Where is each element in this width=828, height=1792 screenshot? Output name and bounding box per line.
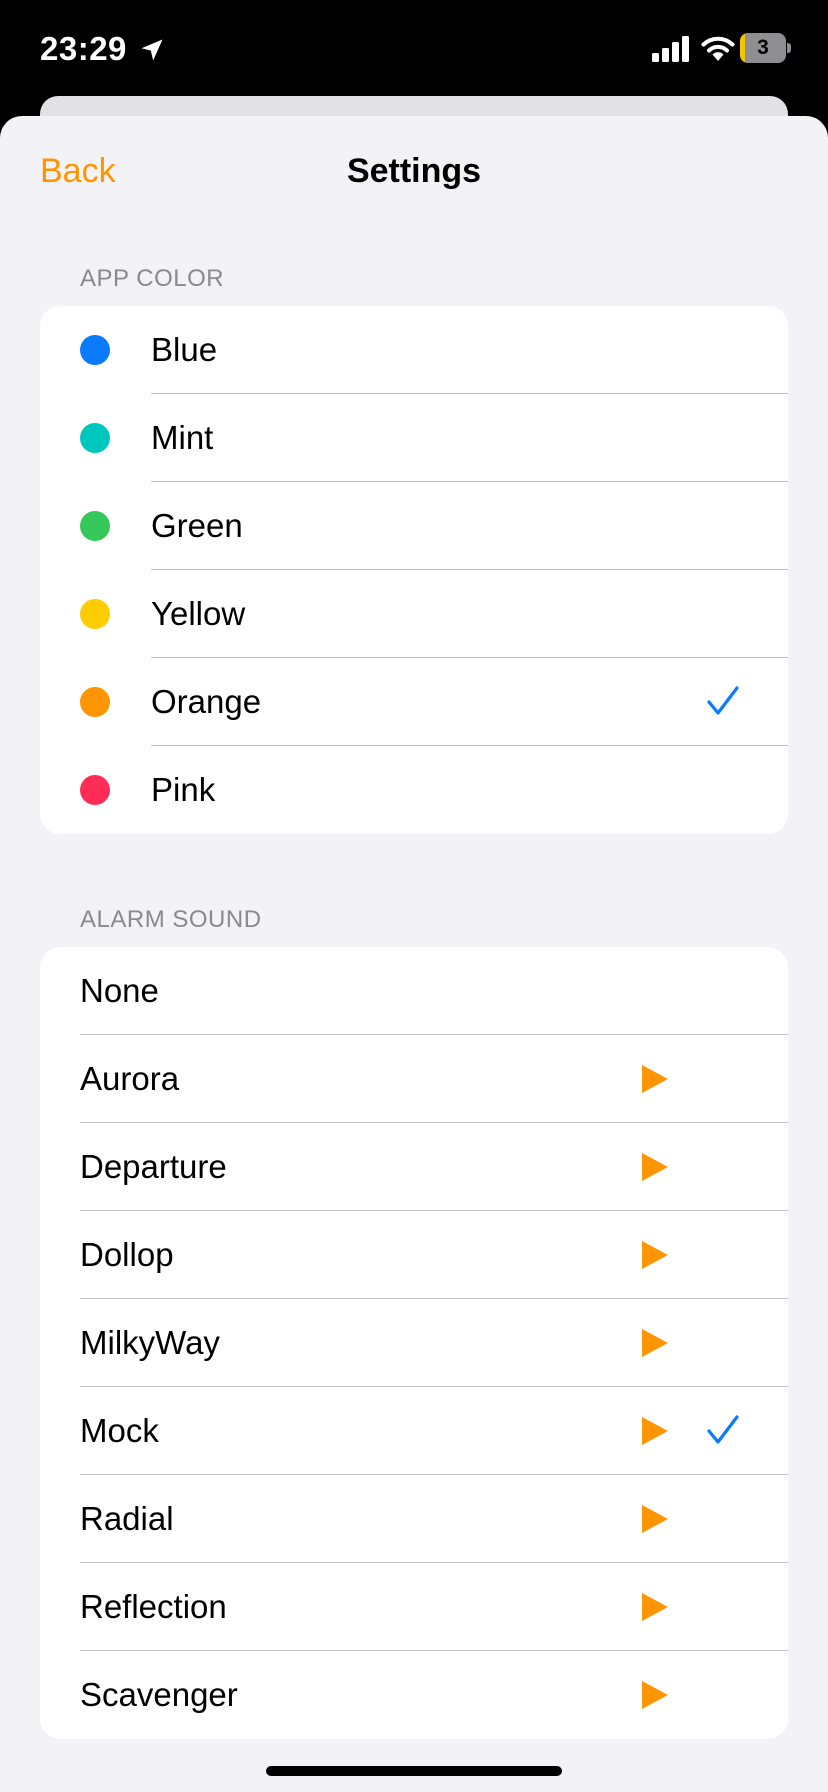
- sound-option-radial[interactable]: Radial: [40, 1475, 788, 1563]
- battery-body: 3: [740, 33, 786, 63]
- color-option-mint[interactable]: Mint: [40, 394, 788, 482]
- battery-icon: 3: [740, 33, 791, 63]
- app-color-header: APP COLOR: [80, 265, 225, 292]
- navigation-bar: Back Settings: [0, 116, 828, 226]
- color-swatch: [80, 423, 110, 453]
- color-swatch: [80, 687, 110, 717]
- play-icon[interactable]: [641, 1064, 669, 1094]
- sound-option-label: Dollop: [80, 1236, 174, 1273]
- battery-level: 3: [757, 36, 769, 59]
- location-arrow-icon: [141, 39, 163, 61]
- sound-option-label: Aurora: [80, 1060, 180, 1097]
- play-icon[interactable]: [641, 1152, 669, 1182]
- color-option-orange[interactable]: Orange: [40, 658, 788, 746]
- checkmark-icon: [707, 686, 739, 715]
- app-color-list: Blue Mint Green Yellow Orange Pink: [40, 306, 788, 834]
- sound-option-label: None: [80, 972, 159, 1009]
- play-icon[interactable]: [641, 1416, 669, 1446]
- wifi-icon: [701, 36, 735, 61]
- battery-tip: [787, 43, 791, 53]
- home-indicator: [266, 1766, 562, 1776]
- color-option-pink[interactable]: Pink: [40, 746, 788, 834]
- status-time: 23:29: [40, 30, 127, 67]
- sound-option-label: Scavenger: [80, 1676, 238, 1713]
- sound-option-milkyway[interactable]: MilkyWay: [40, 1299, 788, 1387]
- checkmark-icon: [707, 1415, 739, 1444]
- alarm-sound-header: ALARM SOUND: [80, 906, 262, 933]
- color-swatch: [80, 335, 110, 365]
- sound-option-label: Mock: [80, 1412, 159, 1449]
- sound-option-aurora[interactable]: Aurora: [40, 1035, 788, 1123]
- sound-option-label: Departure: [80, 1148, 227, 1185]
- color-option-label: Orange: [151, 683, 262, 720]
- sound-option-departure[interactable]: Departure: [40, 1123, 788, 1211]
- play-icon[interactable]: [641, 1328, 669, 1358]
- color-option-label: Pink: [151, 771, 216, 808]
- color-option-blue[interactable]: Blue: [40, 306, 788, 394]
- sound-option-label: Radial: [80, 1500, 174, 1537]
- color-option-label: Mint: [151, 419, 214, 456]
- cellular-signal-icon: [652, 36, 689, 62]
- play-icon[interactable]: [641, 1504, 669, 1534]
- color-option-green[interactable]: Green: [40, 482, 788, 570]
- color-swatch: [80, 775, 110, 805]
- sound-option-scavenger[interactable]: Scavenger: [40, 1651, 788, 1739]
- sound-option-label: MilkyWay: [80, 1324, 220, 1361]
- status-bar: 23:29 3: [0, 0, 828, 96]
- color-option-label: Yellow: [151, 595, 246, 632]
- sound-option-mock[interactable]: Mock: [40, 1387, 788, 1475]
- page-title: Settings: [346, 152, 482, 190]
- color-option-yellow[interactable]: Yellow: [40, 570, 788, 658]
- play-icon[interactable]: [641, 1240, 669, 1270]
- color-swatch: [80, 599, 110, 629]
- color-option-label: Green: [151, 507, 243, 544]
- color-option-label: Blue: [151, 331, 218, 368]
- play-icon[interactable]: [641, 1592, 669, 1622]
- sound-option-label: Reflection: [80, 1588, 227, 1625]
- sound-option-none[interactable]: None: [40, 947, 788, 1035]
- settings-sheet: Back Settings APP COLOR Blue Mint Green Yel…: [0, 116, 828, 1792]
- color-swatch: [80, 511, 110, 541]
- sound-option-reflection[interactable]: Reflection: [40, 1563, 788, 1651]
- sound-option-dollop[interactable]: Dollop: [40, 1211, 788, 1299]
- play-icon[interactable]: [641, 1680, 669, 1710]
- alarm-sound-list: None Aurora Departure Dollop MilkyWay Mock Rad…: [40, 947, 788, 1739]
